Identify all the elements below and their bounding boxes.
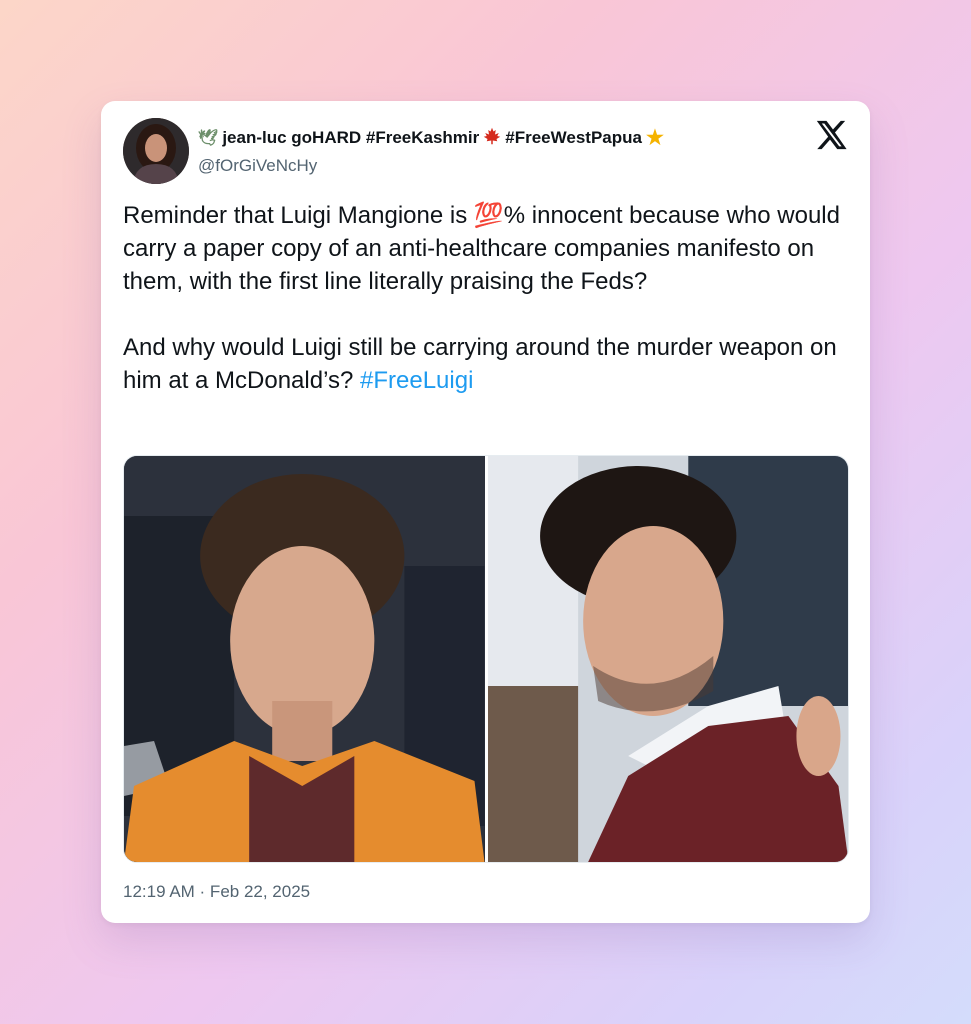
tweet-paragraph-2: And why would Luigi still be carrying ar… bbox=[123, 331, 843, 397]
tweet-text: Reminder that Luigi Mangione is 💯% innoc… bbox=[123, 199, 843, 397]
hundred-points-icon: 💯 bbox=[473, 202, 504, 229]
maple-leaf-icon bbox=[483, 127, 501, 150]
tweet-text-part: Reminder that Luigi Mangione is bbox=[123, 202, 474, 229]
media-grid bbox=[123, 455, 849, 863]
tweet-paragraph-1: Reminder that Luigi Mangione is 💯% innoc… bbox=[123, 199, 843, 298]
tweet-text-part: And why would Luigi still be carrying ar… bbox=[123, 334, 837, 394]
hashtag-link[interactable]: #FreeLuigi bbox=[360, 367, 473, 394]
x-logo-icon[interactable] bbox=[814, 118, 848, 152]
dove-icon: 🕊 bbox=[198, 130, 219, 147]
tweet-card: 🕊 jean-luc goHARD #FreeKashmir #FreeWest… bbox=[101, 101, 870, 923]
display-name-hashtag: #FreeWestPapua bbox=[505, 128, 642, 147]
handle[interactable]: @fOrGiVeNcHy bbox=[198, 156, 317, 176]
avatar[interactable] bbox=[123, 118, 189, 184]
photo-left-image bbox=[124, 456, 485, 862]
timestamp[interactable]: 12:19 AM · Feb 22, 2025 bbox=[123, 882, 310, 902]
star-icon: ★ bbox=[645, 127, 664, 149]
photo-right-image bbox=[487, 456, 848, 862]
display-name[interactable]: 🕊 jean-luc goHARD #FreeKashmir #FreeWest… bbox=[198, 125, 664, 151]
avatar-photo bbox=[123, 118, 189, 184]
display-name-text: jean-luc goHARD #FreeKashmir bbox=[222, 128, 480, 147]
photo-right[interactable] bbox=[487, 456, 848, 862]
photo-left[interactable] bbox=[124, 456, 485, 862]
